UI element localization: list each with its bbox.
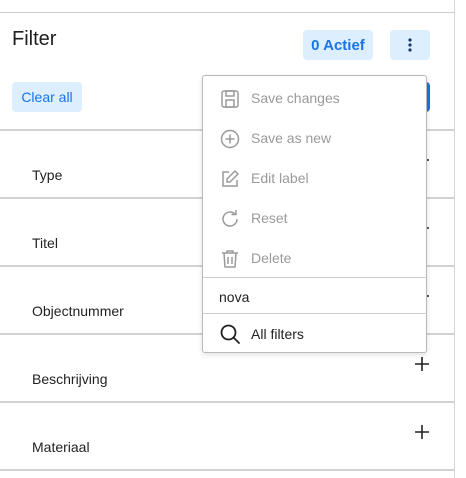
plus-icon[interactable] [413,355,431,373]
filter-row-materiaal[interactable]: Materiaal [0,401,454,471]
right-gutter [455,0,466,478]
filter-label: Materiaal [32,439,90,455]
plus-circle-icon [220,129,240,149]
filter-label: Objectnummer [32,303,124,319]
trash-icon [222,250,238,268]
menu-item-label: Save changes [251,90,340,106]
menu-item-label: Save as new [251,130,332,146]
panel-title: Filter [12,28,57,50]
more-options-button[interactable] [390,30,430,60]
menu-divider [203,277,426,278]
saved-filter-name[interactable]: nova [219,289,249,305]
filter-label: Type [32,167,63,183]
reset-icon [222,210,238,227]
edit-icon [222,170,239,187]
floppy-disk-icon [221,90,239,108]
menu-item-save-as-new[interactable]: Save as new [203,118,426,158]
search-icon [220,324,240,344]
menu-item-edit-label[interactable]: Edit label [203,158,426,198]
menu-item-label: Delete [251,250,292,266]
all-filters-button[interactable]: All filters [203,314,426,354]
options-menu: Save changes Save as new Edit label Rese… [202,75,427,353]
menu-item-delete[interactable]: Delete [203,238,426,278]
top-divider [0,12,454,13]
menu-item-save-changes[interactable]: Save changes [203,78,426,118]
clear-all-button[interactable]: Clear all [12,82,82,112]
active-count-button[interactable]: 0 Actief [303,30,373,60]
all-filters-label: All filters [251,326,304,342]
menu-item-reset[interactable]: Reset [203,198,426,238]
menu-item-label: Reset [251,210,288,226]
plus-icon[interactable] [413,423,431,441]
filter-panel: Filter 0 Actief Clear all Type Titel Obj… [0,0,455,478]
filter-label: Titel [32,235,58,251]
vertical-dots-icon [408,38,412,52]
menu-item-label: Edit label [251,170,309,186]
filter-label: Beschrijving [32,371,108,387]
